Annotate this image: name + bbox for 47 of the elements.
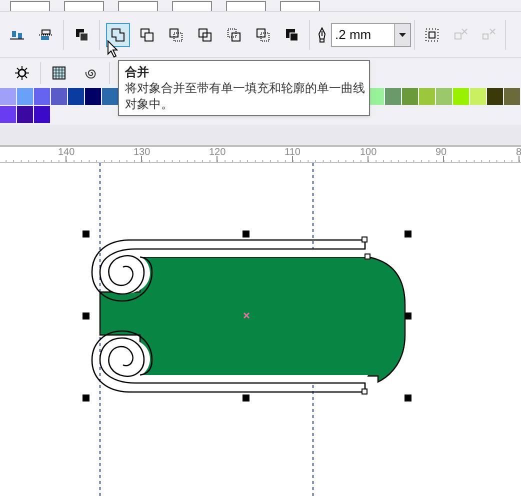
- combine-icon: [110, 26, 126, 42]
- toolbar-button[interactable]: [106, 22, 130, 46]
- boundary-icon: [284, 26, 300, 42]
- color-swatch[interactable]: [402, 88, 419, 105]
- stacked-squares-icon: [74, 26, 90, 42]
- color-swatch[interactable]: [436, 88, 453, 105]
- ruler-label: 8: [516, 147, 521, 158]
- simplify-icon: [226, 26, 242, 42]
- color-swatch[interactable]: [419, 88, 436, 105]
- ungroup-icon: [452, 26, 468, 42]
- ruler-label: 140: [58, 147, 75, 158]
- color-swatch[interactable]: [102, 88, 119, 105]
- distribute-icon: [38, 26, 54, 42]
- outline-width-field[interactable]: .2 mm: [331, 22, 411, 46]
- group-icon: [424, 26, 440, 42]
- color-swatch[interactable]: [453, 88, 470, 105]
- color-swatch[interactable]: [85, 88, 102, 105]
- dropdown-caret-icon[interactable]: [399, 32, 406, 36]
- color-swatch[interactable]: [68, 88, 85, 105]
- tooltip-title: 合并: [125, 64, 150, 80]
- color-swatch[interactable]: [34, 88, 51, 105]
- cursor-icon: [107, 40, 119, 58]
- color-swatch[interactable]: [51, 88, 68, 105]
- ruler-label: 120: [209, 147, 226, 158]
- ruler-label: 100: [360, 147, 377, 158]
- color-swatch[interactable]: [17, 88, 34, 105]
- selected-scroll-drawing[interactable]: [82, 230, 412, 402]
- pen-nib-icon: [317, 26, 327, 42]
- tooltip-text: 将对象合并至带有单一填充和轮廓的单一曲线对象中。: [125, 80, 366, 112]
- color-swatch[interactable]: [470, 88, 487, 105]
- ungroup-icon: [480, 26, 496, 42]
- ruler-label: 110: [284, 147, 300, 158]
- color-swatch[interactable]: [17, 106, 34, 123]
- color-swatch[interactable]: [0, 88, 17, 105]
- intersect-icon: [196, 26, 212, 42]
- sun-icon: [14, 65, 30, 81]
- overlap-squares-icon: [254, 26, 270, 42]
- trim-icon: [168, 26, 184, 42]
- color-swatch[interactable]: [504, 88, 521, 105]
- ruler-label: 90: [436, 147, 447, 158]
- color-swatch[interactable]: [385, 88, 402, 105]
- color-swatch[interactable]: [34, 106, 51, 123]
- grid-icon: [51, 65, 67, 81]
- color-swatch[interactable]: [0, 106, 17, 123]
- ruler-label: 130: [134, 147, 150, 158]
- color-swatch[interactable]: [487, 88, 504, 105]
- weld-icon: [138, 26, 154, 42]
